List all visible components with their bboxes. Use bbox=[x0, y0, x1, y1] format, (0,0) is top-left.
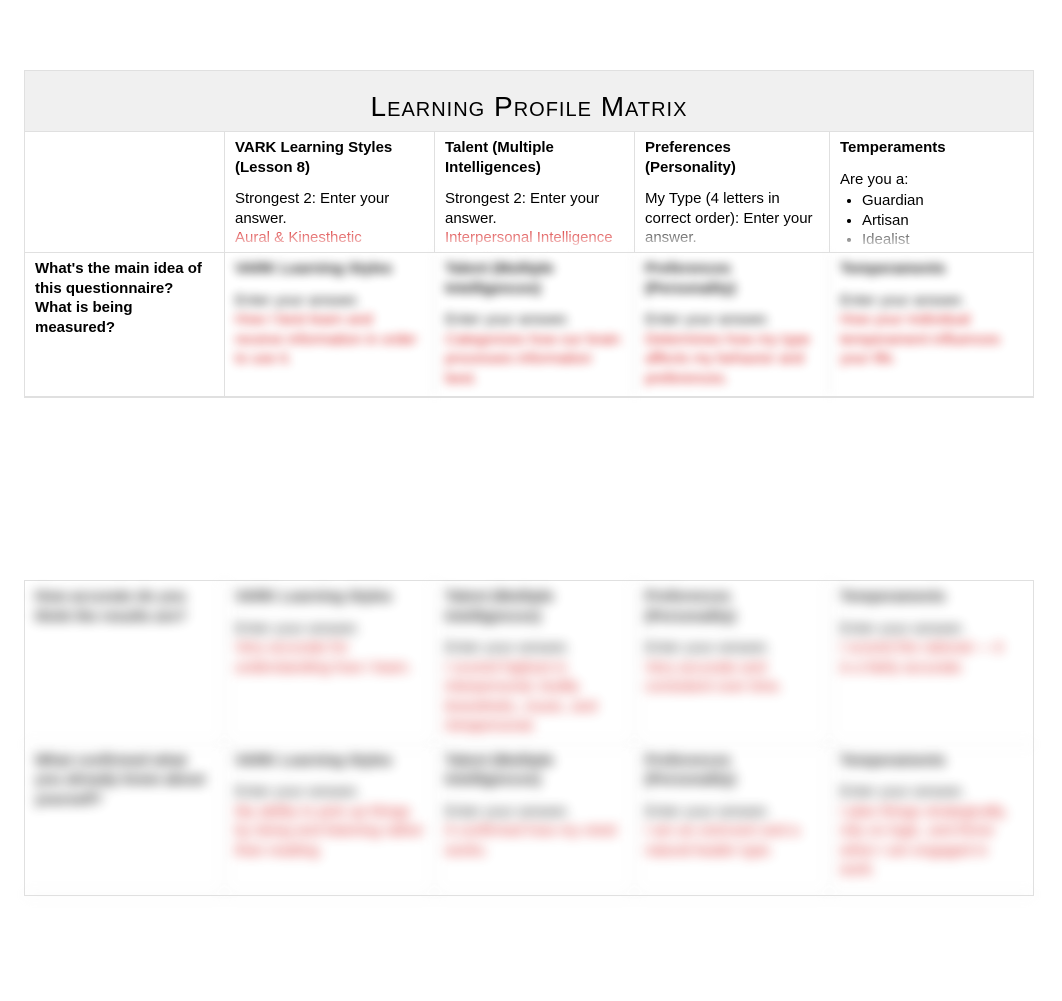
cell-talent: Talent (Multiple Intelligences) Enter yo… bbox=[435, 581, 635, 744]
header-row: VARK Learning Styles (Lesson 8) Stronges… bbox=[25, 132, 1033, 253]
answer-text: I scored highest in interpersonal, bodil… bbox=[445, 658, 624, 736]
cell-subheader: Temperaments bbox=[840, 751, 1015, 771]
header-temp: Temperaments Are you a: Guardian Artisan… bbox=[830, 132, 1025, 252]
answer-text: Categorizes how our brain processes info… bbox=[445, 330, 624, 389]
table-row: What confirmed what you already knew abo… bbox=[25, 745, 1033, 895]
answer-text: Determines how my type affects my behavi… bbox=[645, 330, 819, 389]
prompt-text: Are you a: bbox=[840, 170, 1015, 190]
cell-prefs: Preferences (Personality) Enter your ans… bbox=[635, 745, 830, 894]
cell-subheader: Talent (Multiple Intelligences) bbox=[445, 751, 624, 790]
header-empty bbox=[25, 132, 225, 252]
prompt-text: Weakest 2: Enter your bbox=[235, 250, 424, 253]
answer-text: Aural & Kinesthetic bbox=[235, 228, 424, 248]
cell-subheader: Preferences (Personality) bbox=[645, 259, 819, 298]
answer-text: Very accurate and consistent over time. bbox=[645, 658, 819, 697]
column-header-temp: Temperaments bbox=[840, 138, 1015, 158]
list-item: Guardian bbox=[862, 191, 1015, 211]
prompt-text: Enter your answer. bbox=[840, 782, 1015, 802]
header-vark: VARK Learning Styles (Lesson 8) Stronges… bbox=[225, 132, 435, 252]
prompt-text: Enter your answer. bbox=[445, 638, 624, 658]
table-row: What's the main idea of this questionnai… bbox=[25, 253, 1033, 397]
prompt-text: Enter your answer. bbox=[840, 619, 1015, 639]
prompt-text: Enter your answer. bbox=[445, 310, 624, 330]
column-header-talent: Talent (Multiple Intelligences) bbox=[445, 138, 624, 177]
cell-subheader: VARK Learning Styles bbox=[235, 751, 424, 771]
cell-temp: Temperaments Enter your answer. I plan t… bbox=[830, 745, 1025, 894]
row-question: What's the main idea of this questionnai… bbox=[25, 253, 225, 396]
prompt-text: Strongest 2: Enter your answer. bbox=[235, 189, 424, 228]
row-question: What confirmed what you already knew abo… bbox=[25, 745, 225, 894]
cell-subheader: Talent (Multiple Intelligences) bbox=[445, 259, 624, 298]
matrix-lower-section: How accurate do you think the results ar… bbox=[24, 580, 1034, 896]
cell-subheader: VARK Learning Styles bbox=[235, 259, 424, 279]
header-talent: Talent (Multiple Intelligences) Stronges… bbox=[435, 132, 635, 252]
cell-prefs: Preferences (Personality) Enter your ans… bbox=[635, 581, 830, 744]
answer-text: How your individual temperament influenc… bbox=[840, 310, 1015, 369]
prompt-text: Enter your answer. bbox=[645, 310, 819, 330]
cell-vark: VARK Learning Styles Enter your answer. … bbox=[225, 581, 435, 744]
prompt-text: Strongest 2: Enter your answer. bbox=[445, 189, 624, 228]
answer-text: It confirmed how my mind works. bbox=[445, 821, 624, 860]
list-item: Rational bbox=[862, 250, 1015, 253]
cell-subheader: Temperaments bbox=[840, 259, 1015, 279]
answer-text: Interpersonal Intelligence & Bodily Kine… bbox=[445, 228, 624, 252]
answer-text: I plan things strategically, rely on log… bbox=[840, 802, 1015, 880]
cell-temp: Temperaments Enter your answer. How your… bbox=[830, 253, 1025, 396]
column-header-vark: VARK Learning Styles (Lesson 8) bbox=[235, 138, 424, 177]
answer-text: I am an extrovert and a natural leader t… bbox=[645, 821, 819, 860]
row-question: How accurate do you think the results ar… bbox=[25, 581, 225, 744]
cell-subheader: Temperaments bbox=[840, 587, 1015, 607]
prompt-text: Enter your answer. bbox=[445, 802, 624, 822]
list-item: Artisan bbox=[862, 211, 1015, 231]
prompt-text: Enter your answer. bbox=[645, 638, 819, 658]
prompt-text: Enter your answer. bbox=[235, 291, 424, 311]
cell-subheader: Preferences (Personality) bbox=[645, 751, 819, 790]
answer-text: My ability to pick up things by doing an… bbox=[235, 802, 424, 861]
list-item: Idealist bbox=[862, 230, 1015, 250]
answer-text: ENTJ bbox=[645, 248, 819, 253]
learning-profile-matrix: Learning Profile Matrix VARK Learning St… bbox=[24, 70, 1034, 398]
cell-subheader: Talent (Multiple Intelligences) bbox=[445, 587, 624, 626]
cell-prefs: Preferences (Personality) Enter your ans… bbox=[635, 253, 830, 396]
cell-subheader: Preferences (Personality) bbox=[645, 587, 819, 626]
answer-text: Very accurate for understanding how I le… bbox=[235, 638, 424, 677]
column-header-prefs: Preferences (Personality) bbox=[645, 138, 819, 177]
cell-talent: Talent (Multiple Intelligences) Enter yo… bbox=[435, 745, 635, 894]
prompt-text: Enter your answer. bbox=[645, 802, 819, 822]
cell-temp: Temperaments Enter your answer. I scored… bbox=[830, 581, 1025, 744]
header-prefs: Preferences (Personality) My Type (4 let… bbox=[635, 132, 830, 252]
cell-subheader: VARK Learning Styles bbox=[235, 587, 424, 607]
answer-text: I scored the rational — it is a fairly a… bbox=[840, 638, 1015, 677]
title-row: Learning Profile Matrix bbox=[25, 71, 1033, 132]
cell-vark: VARK Learning Styles Enter your answer. … bbox=[225, 253, 435, 396]
page-title: Learning Profile Matrix bbox=[25, 91, 1033, 123]
table-row: How accurate do you think the results ar… bbox=[25, 581, 1033, 745]
temperament-list: Guardian Artisan Idealist Rational bbox=[840, 191, 1015, 252]
cell-vark: VARK Learning Styles Enter your answer. … bbox=[225, 745, 435, 894]
answer-text: How I best learn and receive information… bbox=[235, 310, 424, 369]
cell-talent: Talent (Multiple Intelligences) Enter yo… bbox=[435, 253, 635, 396]
prompt-text: Enter your answer. bbox=[840, 291, 1015, 311]
prompt-text: My Type (4 letters in correct order): En… bbox=[645, 189, 819, 248]
prompt-text: Enter your answer. bbox=[235, 619, 424, 639]
prompt-text: Enter your answer. bbox=[235, 782, 424, 802]
